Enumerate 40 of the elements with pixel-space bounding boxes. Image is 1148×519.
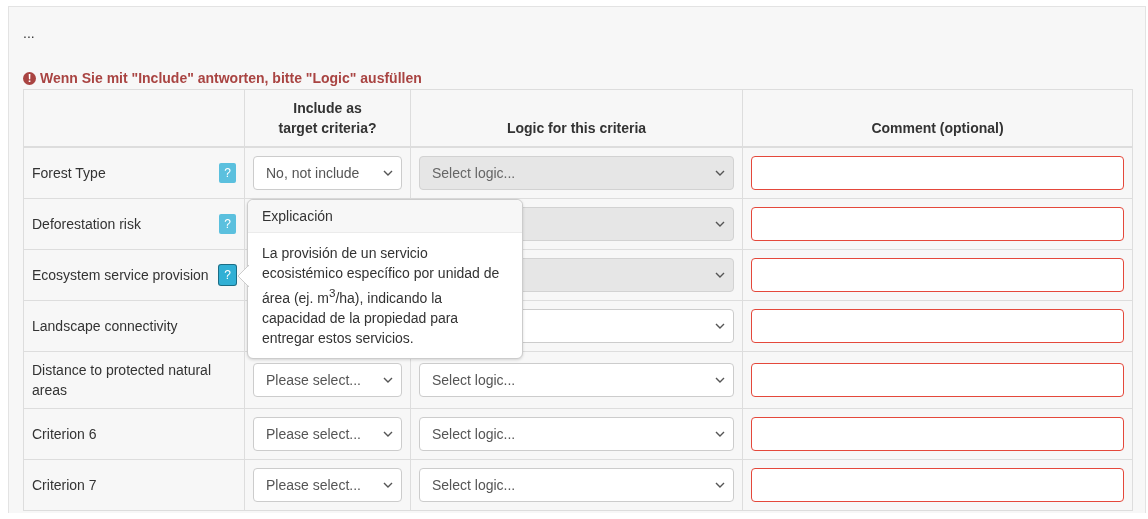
chevron-icon (715, 272, 725, 278)
popover-text: La provisión de un servicio ecosistémico específico por unidad de área (ej. m$^{3}$/ha), indicando la capacidad de la propiedad para entregar estos servicios. (262, 245, 500, 346)
warning-message: Wenn Sie mit "Include" antworten, bitte "Logic" ausfüllen (40, 70, 422, 86)
chevron-icon (715, 377, 725, 383)
comment-field[interactable] (751, 258, 1124, 292)
column-header: Include as target criteria? (278, 99, 377, 138)
chevron-icon (383, 431, 393, 437)
include-select[interactable]: No, not include (253, 156, 402, 190)
column-header: Comment (optional) (871, 119, 1004, 138)
logic-select[interactable]: Select logic... (419, 363, 734, 397)
chevron-icon (383, 482, 393, 488)
comment-field[interactable] (751, 417, 1124, 451)
chevron-icon (383, 170, 393, 176)
criterion-label: Criterion 6 (32, 425, 97, 444)
chevron-icon (715, 170, 725, 176)
ellipsis-text: ... (23, 25, 36, 43)
chevron-icon (715, 221, 725, 227)
warning-icon: ! (23, 71, 36, 85)
criterion-label: Landscape connectivity (32, 317, 178, 336)
criterion-label: Forest Type (32, 164, 106, 183)
comment-field[interactable] (751, 309, 1124, 343)
criterion-label: Ecosystem service provision (32, 266, 209, 285)
column-header: Logic for this criteria (506, 119, 647, 138)
criterion-label: Deforestation risk (32, 215, 141, 234)
criterion-label: Distance to protected natural areas (32, 361, 212, 400)
comment-field[interactable] (751, 468, 1124, 502)
criterion-label: Criterion 7 (32, 476, 97, 495)
include-select[interactable]: Please select... (253, 417, 402, 451)
chevron-icon (715, 323, 725, 329)
chevron-icon (715, 482, 725, 488)
comment-field[interactable] (751, 156, 1124, 190)
chevron-icon (715, 431, 725, 437)
popover-title: Explicación (248, 200, 522, 233)
logic-select[interactable]: Select logic... (419, 468, 734, 502)
logic-select[interactable]: Select logic... (419, 417, 734, 451)
chevron-icon (383, 377, 393, 383)
comment-field[interactable] (751, 207, 1124, 241)
comment-field[interactable] (751, 363, 1124, 397)
include-select[interactable]: Please select... (253, 363, 402, 397)
include-select[interactable]: Please select... (253, 468, 402, 502)
